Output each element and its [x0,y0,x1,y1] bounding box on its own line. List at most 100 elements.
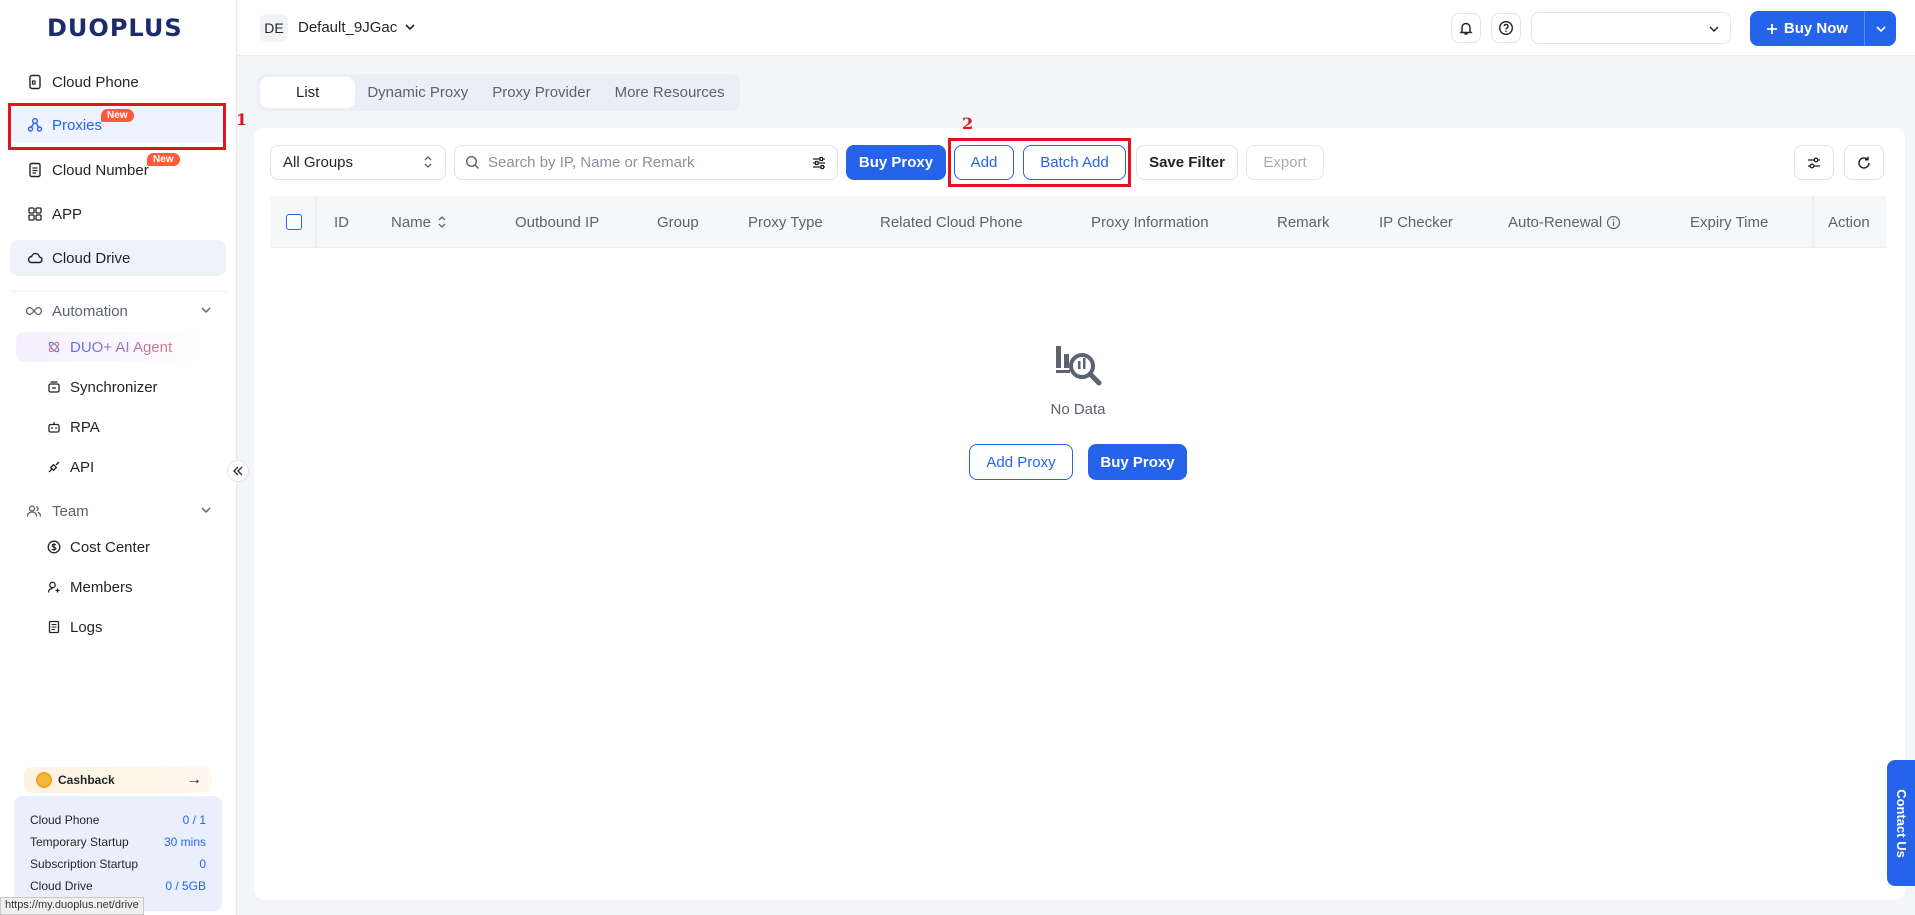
group-select-value: All Groups [283,154,354,171]
sidebar-item-cloud-number[interactable]: Cloud Number [10,152,226,188]
sort-updown-icon[interactable] [437,215,447,229]
refresh-button[interactable] [1844,145,1884,180]
sidebar-item-cost-center[interactable]: Cost Center [46,534,150,560]
tab-dynamic-proxy[interactable]: Dynamic Proxy [355,77,480,108]
cashback-banner[interactable]: Cashback → [24,767,212,793]
sidebar-item-label: Synchronizer [70,378,158,396]
member-key-icon [46,579,62,595]
sidebar-item-api[interactable]: API [46,454,94,480]
column-header-ip-checker: IP Checker [1379,213,1453,231]
sidebar-item-label: Cloud Phone [52,73,139,91]
tab-more-resources[interactable]: More Resources [603,77,737,108]
section-label: Team [52,502,89,520]
sidebar-item-label: Cloud Number [52,161,149,179]
sidebar-item-label: DUO+ AI Agent [70,338,173,356]
sidebar-item-cloud-phone[interactable]: Cloud Phone [10,64,226,100]
column-header-outbound-ip: Outbound IP [515,213,600,231]
buy-proxy-button[interactable]: Buy Proxy [846,145,946,180]
sidebar-item-ai-agent[interactable]: DUO+ AI Agent [16,332,226,362]
sidebar-item-cloud-drive[interactable]: Cloud Drive [10,240,226,276]
workspace-avatar[interactable]: DE [260,14,288,42]
column-header-action: Action [1828,213,1870,231]
cashback-label: Cashback [58,773,115,787]
column-settings-button[interactable] [1794,145,1834,180]
chevron-down-icon [200,303,212,320]
tab-list[interactable]: List [260,77,356,108]
chevron-down-icon [1708,22,1720,40]
sidebar-item-members[interactable]: Members [46,574,133,600]
section-team[interactable]: Team [26,499,212,523]
highlight-box-add-buttons [948,138,1131,187]
top-bar: DE Default_9JGac Buy Now [238,0,1915,56]
sidebar-item-label: API [70,458,95,476]
column-header-proxy-information: Proxy Information [1091,213,1209,231]
divider [10,291,226,292]
buy-proxy-empty-button[interactable]: Buy Proxy [1088,444,1187,480]
robot-icon [46,419,62,435]
bell-icon [1459,22,1473,35]
dollar-circle-icon [46,539,62,555]
sidebar: DUOPLUS Cloud Phone Proxies New 1 Cloud … [0,0,247,915]
contact-us-button[interactable]: Contact Us [1887,760,1915,886]
new-badge: New [147,153,180,166]
save-filter-button[interactable]: Save Filter [1136,145,1238,180]
group-filter-select[interactable]: All Groups [270,145,446,180]
api-plug-icon [46,459,62,475]
search-box[interactable] [454,145,838,180]
browser-status-url: https://my.duoplus.net/drive [0,897,144,915]
table-header: ID Name Outbound IP Group Proxy Type Rel… [270,196,1886,248]
chevron-down-icon[interactable] [404,20,416,38]
column-header-group: Group [657,213,699,231]
sidebar-item-app[interactable]: APP [10,196,226,232]
notification-bell-button[interactable] [1451,13,1481,43]
advanced-filter-icon[interactable] [811,155,827,176]
divider [315,196,317,248]
annotation-number-2: 2 [962,114,974,133]
chevron-down-icon [1875,25,1886,32]
tab-proxy-provider[interactable]: Proxy Provider [480,77,602,108]
collapse-sidebar-button[interactable] [227,460,249,482]
quota-label: Cloud Drive [30,879,93,893]
sidebar-item-label: APP [52,205,83,223]
column-header-expiry-time: Expiry Time [1690,213,1769,231]
help-button[interactable] [1491,13,1521,43]
top-dropdown-select[interactable] [1531,12,1731,44]
select-all-checkbox[interactable] [286,214,302,230]
sidebar-item-label: Members [70,578,133,596]
sidebar-item-logs[interactable]: Logs [46,614,103,640]
highlight-box-proxies [8,103,226,150]
column-header-id: ID [334,213,349,231]
synchronizer-icon [46,379,62,395]
sidebar-item-label: RPA [70,418,100,436]
sort-updown-icon [423,155,433,173]
column-header-auto-renewal: Auto-Renewal [1508,196,1621,248]
sidebar-item-rpa[interactable]: RPA [46,414,100,440]
buy-now-button[interactable]: Buy Now [1750,11,1896,46]
search-input[interactable] [488,154,788,171]
document-icon [46,619,62,635]
buy-now-dropdown-toggle[interactable] [1864,11,1896,46]
sidebar-item-synchronizer[interactable]: Synchronizer [46,374,158,400]
column-header-label: Name [391,213,432,231]
search-icon [465,155,479,169]
arrow-right-icon: → [186,771,202,788]
apps-grid-icon [26,205,44,223]
team-icon [26,503,44,519]
quota-value: 0 [199,857,206,871]
column-header-name[interactable]: Name [391,196,447,248]
workspace-name[interactable]: Default_9JGac [298,19,397,36]
buy-now-label: Buy Now [1783,20,1849,37]
export-button[interactable]: Export [1246,145,1324,180]
info-icon[interactable] [1606,215,1621,230]
quota-label: Temporary Startup [30,835,129,849]
duoplus-logo[interactable]: DUOPLUS [47,14,183,42]
add-proxy-button[interactable]: Add Proxy [969,444,1073,480]
quota-value: 30 mins [163,835,206,849]
sliders-icon [1808,157,1820,168]
column-header-remark: Remark [1277,213,1330,231]
quota-label: Subscription Startup [30,857,139,871]
quota-value: 0 / 1 [182,813,206,827]
contact-us-label: Contact Us [1893,788,1909,858]
buy-now-main[interactable]: Buy Now [1750,20,1864,37]
section-automation[interactable]: Automation [26,299,212,323]
